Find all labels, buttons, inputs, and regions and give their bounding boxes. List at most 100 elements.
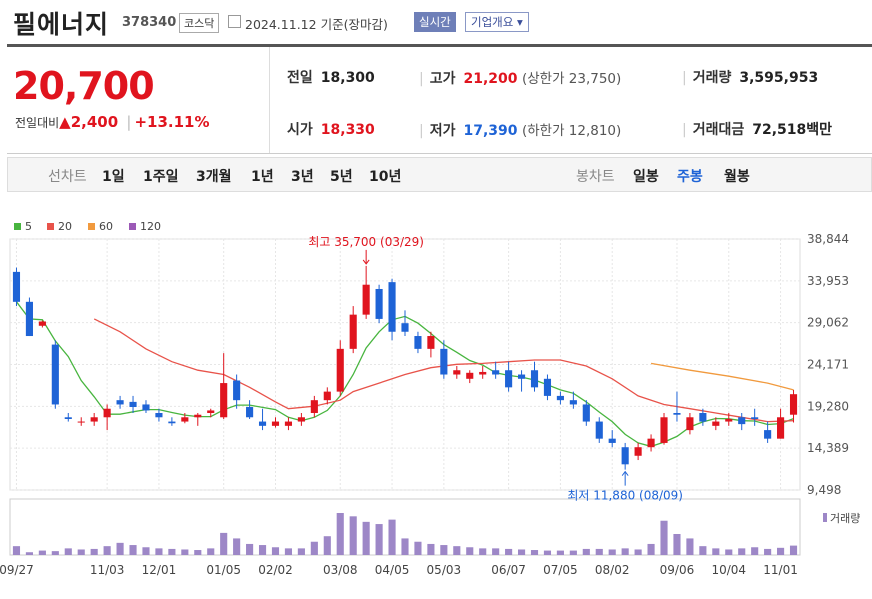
stock-code: 378340: [122, 15, 177, 30]
candle-body: [103, 408, 111, 418]
volume-bar: [246, 543, 254, 555]
x-tick-label: 10/04: [711, 563, 746, 577]
annotation-high: 최고 35,700 (03/29): [308, 235, 424, 249]
candle-body: [556, 395, 564, 401]
volume-bar: [466, 547, 474, 555]
x-tick-label: 11/01: [763, 563, 798, 577]
tab-3m[interactable]: 3개월: [196, 166, 232, 186]
y-tick-label: 33,953: [807, 274, 849, 288]
legend-label-60: 60: [99, 220, 113, 233]
legend-label-20: 20: [58, 220, 72, 233]
candle-body: [608, 438, 616, 443]
volume-bar: [530, 550, 539, 555]
candle-body: [375, 288, 383, 319]
candle-body: [738, 417, 746, 425]
candle-body: [284, 421, 293, 426]
volume-bar: [608, 549, 616, 555]
candle-body: [777, 417, 785, 439]
candle-body: [336, 348, 344, 392]
tab-weekly[interactable]: 주봉: [677, 166, 703, 186]
volume-bar: [375, 524, 383, 555]
volume-bar: [220, 532, 228, 555]
candle-body: [621, 447, 629, 465]
candle-body: [543, 378, 552, 396]
candle-body: [194, 414, 202, 418]
volume-bar: [556, 550, 564, 555]
candle-body: [246, 407, 254, 418]
y-tick-label: 19,280: [807, 399, 849, 413]
volume-bar: [686, 538, 694, 555]
tab-1d[interactable]: 1일: [102, 166, 125, 186]
volume: | 거래량 3,595,953: [682, 70, 819, 86]
candle-chart-label: 봉차트: [576, 169, 615, 185]
x-axis: 09/27 11/03 12/01 01/05 02/02 03/08 04/05 05/03…: [0, 563, 798, 577]
volume-bar: [271, 547, 280, 555]
candle-body: [220, 383, 228, 418]
volume-bar: [142, 547, 150, 555]
candle-body: [453, 370, 461, 375]
open-price: 시가 18,330: [287, 122, 375, 138]
y-tick-label: 29,062: [807, 316, 849, 330]
y-axis: 9,498 14,389 19,280 24,171 29,062 33,953 38,84…: [807, 232, 849, 497]
volume-bar: [51, 551, 59, 555]
tab-monthly[interactable]: 월봉: [724, 166, 750, 186]
low-price: | 저가 17,390 (하한가 12,810): [419, 123, 622, 139]
volume-bar: [725, 549, 733, 555]
volume-bar: [310, 541, 318, 555]
candle-body: [789, 394, 798, 415]
tab-3y[interactable]: 3년: [291, 166, 314, 186]
price-main: 20,700 전일대비▲2,400 | +13.11%: [7, 47, 270, 153]
candle-body: [427, 336, 435, 349]
x-tick-label: 04/05: [375, 563, 410, 577]
volume-bar: [129, 545, 137, 555]
candle-body: [25, 301, 33, 337]
realtime-button[interactable]: 실시간: [414, 12, 456, 32]
volume-bar: [181, 549, 189, 555]
tab-10y[interactable]: 10년: [369, 166, 401, 186]
candle-body: [168, 421, 176, 424]
tab-daily[interactable]: 일봉: [633, 166, 659, 186]
candle-body: [764, 430, 772, 439]
volume-bar: [401, 538, 409, 555]
volume-bar: [505, 548, 513, 555]
tab-1w[interactable]: 1주일: [143, 166, 179, 186]
chart-grid: [9, 238, 801, 491]
stock-header: 필에너지 378340 코스닥 2024.11.12 기준(장마감) 실시간 기…: [0, 0, 872, 44]
calendar-icon: [228, 15, 241, 28]
chevron-down-icon: ▾: [516, 15, 523, 29]
volume-bar: [673, 534, 681, 555]
x-tick-label: 05/03: [427, 563, 462, 577]
candle-body: [38, 321, 46, 326]
volume-bar: [453, 546, 461, 555]
volume-bar: [233, 538, 241, 555]
volume-grid: 거래량: [9, 498, 860, 556]
volume-bars: [12, 513, 798, 555]
candle-body: [686, 417, 694, 431]
volume-bar: [543, 550, 552, 555]
candle-body: [414, 336, 422, 349]
volume-bar: [699, 546, 707, 555]
candle-body: [51, 344, 59, 405]
candle-body: [712, 421, 720, 426]
x-tick-label: 09/06: [660, 563, 695, 577]
volume-bar: [647, 543, 655, 555]
volume-bar: [194, 550, 202, 555]
volume-bar: [297, 548, 305, 555]
volume-bar: [336, 513, 344, 555]
volume-bar: [12, 546, 21, 555]
volume-bar: [569, 550, 577, 555]
candle-body: [233, 380, 241, 401]
candle-body: [647, 438, 655, 448]
volume-bar: [479, 548, 487, 555]
volume-bar: [323, 536, 331, 555]
volume-bar: [362, 521, 370, 555]
candle-body: [634, 447, 642, 456]
chart-tabs: 선차트 1일 1주일 3개월 1년 3년 5년 10년 봉차트 일봉 주봉 월봉: [7, 157, 872, 192]
line-chart-label: 선차트: [48, 169, 87, 185]
legend-swatch-5: [14, 223, 21, 230]
volume-bar: [517, 549, 526, 555]
company-overview-button[interactable]: 기업개요 ▾: [465, 12, 529, 32]
current-price: 20,700: [13, 64, 155, 108]
tab-5y[interactable]: 5년: [330, 166, 353, 186]
tab-1y[interactable]: 1년: [251, 166, 274, 186]
